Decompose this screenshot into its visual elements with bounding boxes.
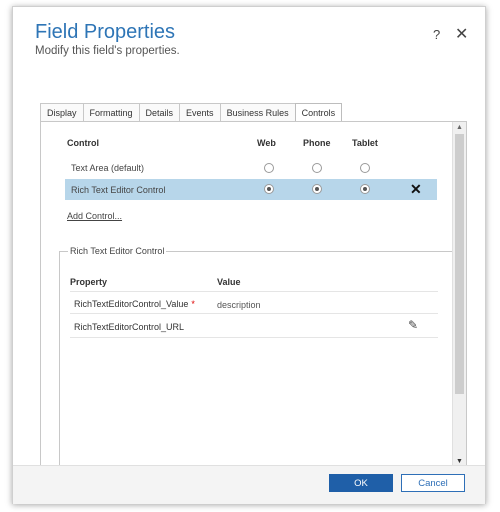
controls-panel: Control Web Phone Tablet Text Area (defa…	[40, 121, 467, 468]
property-divider	[70, 291, 438, 292]
control-row-rich-text[interactable]: Rich Text Editor Control	[71, 185, 165, 195]
required-marker: *	[191, 299, 195, 309]
property-row-url[interactable]: RichTextEditorControl_URL	[74, 322, 184, 332]
help-icon[interactable]: ?	[433, 27, 440, 42]
property-row-value[interactable]: RichTextEditorControl_Value *	[74, 299, 195, 309]
radio-text-area-web[interactable]	[264, 163, 274, 173]
tablet-column-header: Tablet	[352, 138, 378, 148]
radio-rich-text-tablet[interactable]	[360, 184, 370, 194]
dialog-footer: OK Cancel	[13, 465, 485, 504]
close-icon[interactable]: ✕	[455, 24, 468, 44]
vertical-scrollbar[interactable]: ▲ ▼	[452, 122, 466, 467]
radio-text-area-tablet[interactable]	[360, 163, 370, 173]
pencil-icon[interactable]: ✎	[408, 318, 418, 332]
field-properties-dialog: Field Properties Modify this field's pro…	[12, 6, 486, 504]
tab-controls[interactable]: Controls	[294, 103, 343, 123]
property-divider	[70, 313, 438, 314]
tab-events[interactable]: Events	[179, 103, 221, 122]
web-column-header: Web	[257, 138, 276, 148]
tab-business-rules[interactable]: Business Rules	[219, 103, 296, 122]
cancel-button[interactable]: Cancel	[401, 474, 465, 492]
value-column-header: Value	[217, 277, 241, 287]
property-name: RichTextEditorControl_Value	[74, 299, 189, 309]
property-divider	[70, 337, 438, 338]
radio-rich-text-web[interactable]	[264, 184, 274, 194]
phone-column-header: Phone	[303, 138, 331, 148]
scroll-thumb[interactable]	[455, 134, 464, 394]
dialog-title: Field Properties	[35, 21, 176, 43]
scroll-up-icon[interactable]: ▲	[456, 124, 463, 131]
tab-details[interactable]: Details	[138, 103, 181, 122]
control-row-text-area[interactable]: Text Area (default)	[71, 163, 144, 173]
tab-bar: Display Formatting Details Events Busine…	[40, 103, 343, 123]
ok-button[interactable]: OK	[329, 474, 393, 492]
tab-display[interactable]: Display	[40, 103, 84, 122]
scroll-down-icon[interactable]: ▼	[456, 458, 463, 465]
add-control-link[interactable]: Add Control...	[67, 211, 122, 221]
radio-text-area-phone[interactable]	[312, 163, 322, 173]
dialog-subtitle: Modify this field's properties.	[35, 45, 180, 57]
property-column-header: Property	[70, 277, 108, 287]
rich-text-editor-group: Rich Text Editor Control Property Value …	[59, 246, 454, 467]
remove-control-icon[interactable]: ✕	[410, 181, 422, 198]
tab-formatting[interactable]: Formatting	[82, 103, 140, 122]
radio-rich-text-phone[interactable]	[312, 184, 322, 194]
control-column-header: Control	[67, 138, 99, 148]
group-legend: Rich Text Editor Control	[68, 246, 167, 256]
property-value[interactable]: description	[217, 300, 261, 310]
